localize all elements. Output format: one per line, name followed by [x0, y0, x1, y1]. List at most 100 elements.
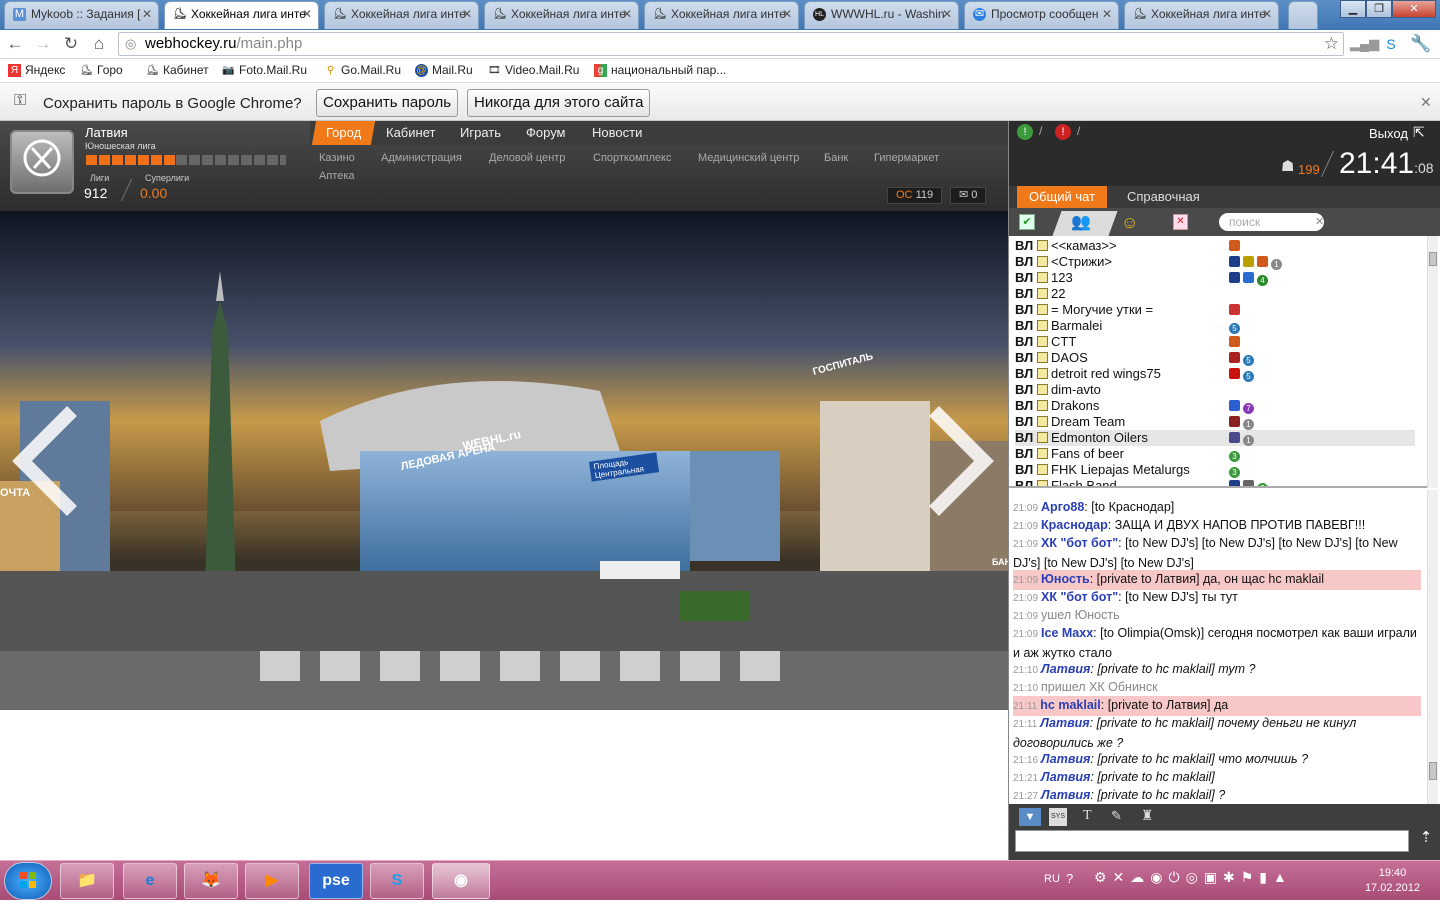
- close-tab-icon[interactable]: ✕: [302, 7, 312, 21]
- close-tab-icon[interactable]: ✕: [1102, 7, 1112, 21]
- webhl-logo[interactable]: [10, 130, 74, 194]
- subnav-hypermarket[interactable]: Гипермаркет: [874, 152, 939, 164]
- maximize-button[interactable]: ❐: [1366, 0, 1392, 18]
- start-button[interactable]: [4, 862, 52, 900]
- nav-cabinet[interactable]: Кабинет: [374, 121, 447, 145]
- close-tab-icon[interactable]: ✕: [1262, 7, 1272, 21]
- user-list-item[interactable]: ВЛ 22: [1015, 286, 1415, 302]
- browser-tab[interactable]: ⛸ Хоккейная лига инте ✕: [644, 1, 799, 29]
- mail-badge[interactable]: ✉ 0: [950, 187, 987, 204]
- scroll-left-arrow-icon[interactable]: [12, 406, 82, 516]
- ignore-list-icon[interactable]: ✕: [1173, 214, 1188, 230]
- message-author[interactable]: Ice Maxx: [1041, 626, 1093, 640]
- message-author[interactable]: Латвия: [1041, 752, 1090, 766]
- tray-clock[interactable]: 19:40 17.02.2012: [1365, 866, 1420, 896]
- user-search-input[interactable]: поиск: [1219, 213, 1324, 231]
- bookmark-item[interactable]: g национальный пар...: [594, 63, 726, 77]
- message-author[interactable]: ХК "бот бот": [1041, 536, 1118, 550]
- subnav-medical-center[interactable]: Медицинский центр: [698, 152, 799, 164]
- subnav-business-center[interactable]: Деловой центр: [489, 152, 565, 164]
- message-author[interactable]: Юность: [1041, 572, 1090, 586]
- file-explorer-icon[interactable]: 📁: [60, 863, 114, 899]
- firefox-icon[interactable]: 🦊: [184, 863, 238, 899]
- wrench-icon[interactable]: 🔧: [1410, 33, 1432, 55]
- scroll-right-arrow-icon[interactable]: [924, 406, 994, 516]
- user-list-item[interactable]: ВЛ dim-avto: [1015, 382, 1415, 398]
- tab-help-chat[interactable]: Справочная: [1115, 186, 1212, 208]
- bookmark-item[interactable]: 📷 Foto.Mail.Ru: [222, 63, 307, 77]
- close-tab-icon[interactable]: ✕: [142, 7, 152, 21]
- subnav-sport-complex[interactable]: Спорткомплекс: [593, 152, 671, 164]
- subnav-bank[interactable]: Банк: [824, 152, 848, 164]
- filter-icon[interactable]: ▼: [1019, 808, 1041, 826]
- user-list-item[interactable]: ВЛ FHK Liepajas Metalurgs 3: [1015, 462, 1415, 478]
- close-window-button[interactable]: ✕: [1392, 0, 1436, 18]
- url-input[interactable]: ◎ webhockey.ru/main.php ☆: [118, 32, 1344, 56]
- message-author[interactable]: Латвия: [1041, 770, 1090, 784]
- star-icon[interactable]: ☆: [1324, 33, 1339, 55]
- user-list-item[interactable]: ВЛ Dream Team 1: [1015, 414, 1415, 430]
- bookmark-item[interactable]: @ Mail.Ru: [415, 63, 473, 77]
- browser-tab[interactable]: HL WWWHL.ru - Washin ✕: [804, 1, 959, 29]
- send-message-icon[interactable]: ⇡: [1415, 828, 1437, 852]
- nav-city[interactable]: Город: [311, 121, 376, 145]
- tray-icons[interactable]: ⚙✕☁◉⏻◎▣✱⚑▮▲: [1094, 869, 1293, 886]
- chat-scrollbar[interactable]: [1427, 490, 1438, 804]
- reload-icon[interactable]: ↻: [60, 33, 82, 55]
- close-infobar-icon[interactable]: ✕: [1420, 94, 1432, 111]
- user-list-scrollbar[interactable]: [1427, 236, 1438, 488]
- bookmark-item[interactable]: ⛸ Горо: [80, 63, 123, 77]
- status-ok-icon[interactable]: !: [1017, 124, 1033, 140]
- system-messages-icon[interactable]: SYS: [1049, 808, 1067, 826]
- user-list-item[interactable]: ВЛ Drakons 7: [1015, 398, 1415, 414]
- home-icon[interactable]: ⌂: [88, 33, 110, 55]
- subnav-administration[interactable]: Администрация: [381, 152, 462, 164]
- message-author[interactable]: Латвия: [1040, 716, 1089, 730]
- chrome-icon[interactable]: ◉: [432, 863, 490, 899]
- media-player-icon[interactable]: ▶: [245, 863, 299, 899]
- skype-extension-icon[interactable]: S: [1380, 33, 1402, 55]
- status-alert-icon[interactable]: !: [1055, 124, 1071, 140]
- nav-forum[interactable]: Форум: [514, 121, 578, 145]
- user-list-item[interactable]: ВЛ Flash Band 3: [1015, 478, 1415, 486]
- browser-tab-active[interactable]: ⛸ Хоккейная лига инте ✕: [164, 1, 319, 29]
- message-author[interactable]: Арго88: [1041, 500, 1084, 514]
- browser-tab[interactable]: ⛸ Хоккейная лига инте ✕: [324, 1, 479, 29]
- never-save-button[interactable]: Никогда для этого сайта: [467, 89, 651, 117]
- back-icon[interactable]: ←: [4, 33, 26, 55]
- browser-tab[interactable]: ✉ Просмотр сообщен ✕: [964, 1, 1119, 29]
- bookmark-item[interactable]: Я Яндекс: [8, 63, 65, 77]
- tab-general-chat[interactable]: Общий чат: [1017, 186, 1108, 208]
- message-author[interactable]: Краснодар: [1041, 518, 1108, 532]
- close-tab-icon[interactable]: ✕: [942, 7, 952, 21]
- internet-explorer-icon[interactable]: e: [123, 863, 177, 899]
- clear-search-icon[interactable]: ✕: [1315, 215, 1324, 228]
- bookmark-item[interactable]: ⛸ Кабинет: [146, 63, 209, 77]
- help-icon[interactable]: ?: [1066, 871, 1073, 886]
- pse-icon[interactable]: pse: [309, 863, 363, 899]
- user-list-item[interactable]: ВЛ detroit red wings75 5: [1015, 366, 1415, 382]
- exit-button[interactable]: Выход: [1369, 126, 1408, 141]
- message-author[interactable]: Латвия: [1041, 662, 1090, 676]
- skype-icon[interactable]: S: [370, 863, 424, 899]
- user-list-item[interactable]: ВЛ Barmalei 5: [1015, 318, 1415, 334]
- minimize-button[interactable]: ▁: [1340, 0, 1366, 18]
- user-list-item[interactable]: ВЛ Edmonton Oilers 1: [1015, 430, 1415, 446]
- exit-icon[interactable]: ⇱: [1413, 124, 1425, 141]
- forward-icon[interactable]: →: [32, 33, 54, 55]
- message-author[interactable]: Латвия: [1041, 788, 1090, 802]
- user-list-item[interactable]: ВЛ 123 4: [1015, 270, 1415, 286]
- nav-news[interactable]: Новости: [580, 121, 654, 145]
- bookmark-item[interactable]: 🎞 Video.Mail.Ru: [488, 63, 579, 77]
- checklist-icon[interactable]: ✔: [1019, 214, 1035, 230]
- user-list-item[interactable]: ВЛ <<камаз>>: [1015, 238, 1415, 254]
- message-author[interactable]: ХК "бот бот": [1041, 590, 1118, 604]
- close-tab-icon[interactable]: ✕: [462, 7, 472, 21]
- stamp-icon[interactable]: ♜: [1141, 807, 1154, 824]
- browser-tab[interactable]: M Mykoob :: Задания [✕: [4, 1, 159, 29]
- chat-message-input[interactable]: [1015, 830, 1409, 852]
- users-icon[interactable]: 👥: [1071, 212, 1091, 232]
- new-tab-button[interactable]: [1288, 1, 1318, 29]
- city-scene[interactable]: WEBHL.ru ЛЕДОВАЯ АРЕНА ГОСПИТАЛЬ Площадь…: [0, 211, 1008, 710]
- eraser-icon[interactable]: ✎: [1111, 808, 1122, 824]
